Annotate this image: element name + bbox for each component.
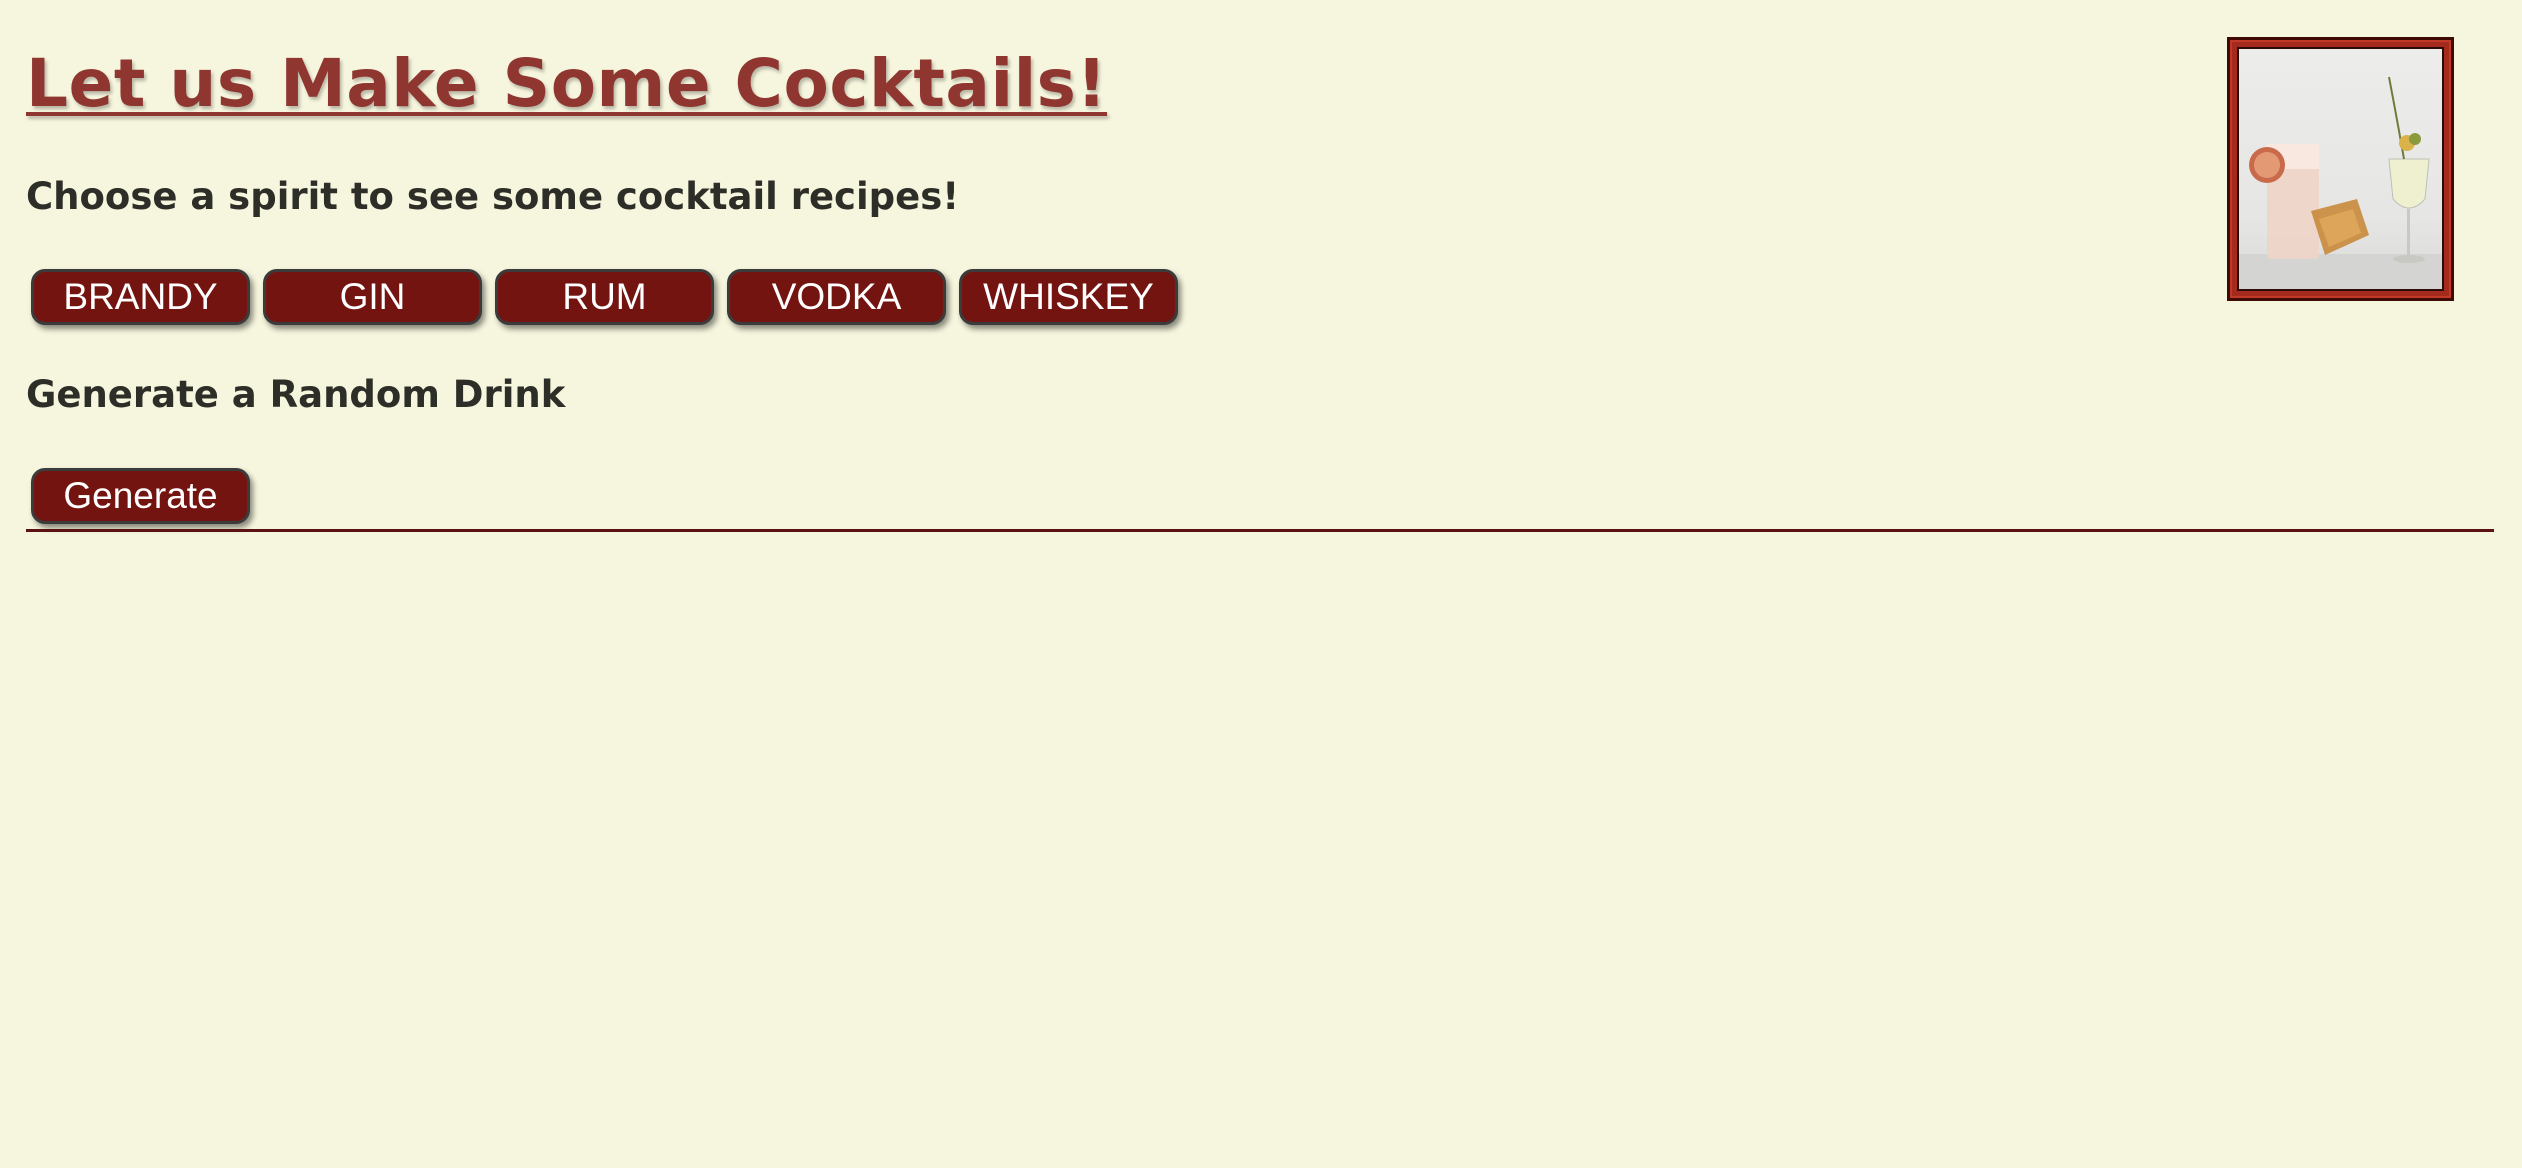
- orange-slice-inner: [2254, 152, 2280, 178]
- spirit-prompt: Choose a spirit to see some cocktail rec…: [26, 175, 960, 218]
- cocktail-illustration: [2239, 76, 2442, 289]
- wine-glass-bowl: [2388, 158, 2430, 209]
- generate-button[interactable]: Generate: [31, 468, 250, 524]
- wine-glass-base: [2393, 255, 2425, 263]
- brandy-button[interactable]: BRANDY: [31, 269, 250, 325]
- rum-button[interactable]: RUM: [495, 269, 714, 325]
- cocktail-photo: [2237, 47, 2444, 291]
- garnish-leaf: [2409, 133, 2421, 145]
- spirit-button-group: BRANDY GIN RUM VODKA WHISKEY: [31, 269, 1178, 325]
- gin-button[interactable]: GIN: [263, 269, 482, 325]
- vodka-button[interactable]: VODKA: [727, 269, 946, 325]
- whiskey-button[interactable]: WHISKEY: [959, 269, 1178, 325]
- divider: [26, 529, 2494, 532]
- wine-glass-stem: [2407, 209, 2410, 259]
- cocktail-image-frame: [2227, 37, 2454, 301]
- random-drink-prompt: Generate a Random Drink: [26, 373, 566, 416]
- page-title: Let us Make Some Cocktails!: [26, 45, 1108, 122]
